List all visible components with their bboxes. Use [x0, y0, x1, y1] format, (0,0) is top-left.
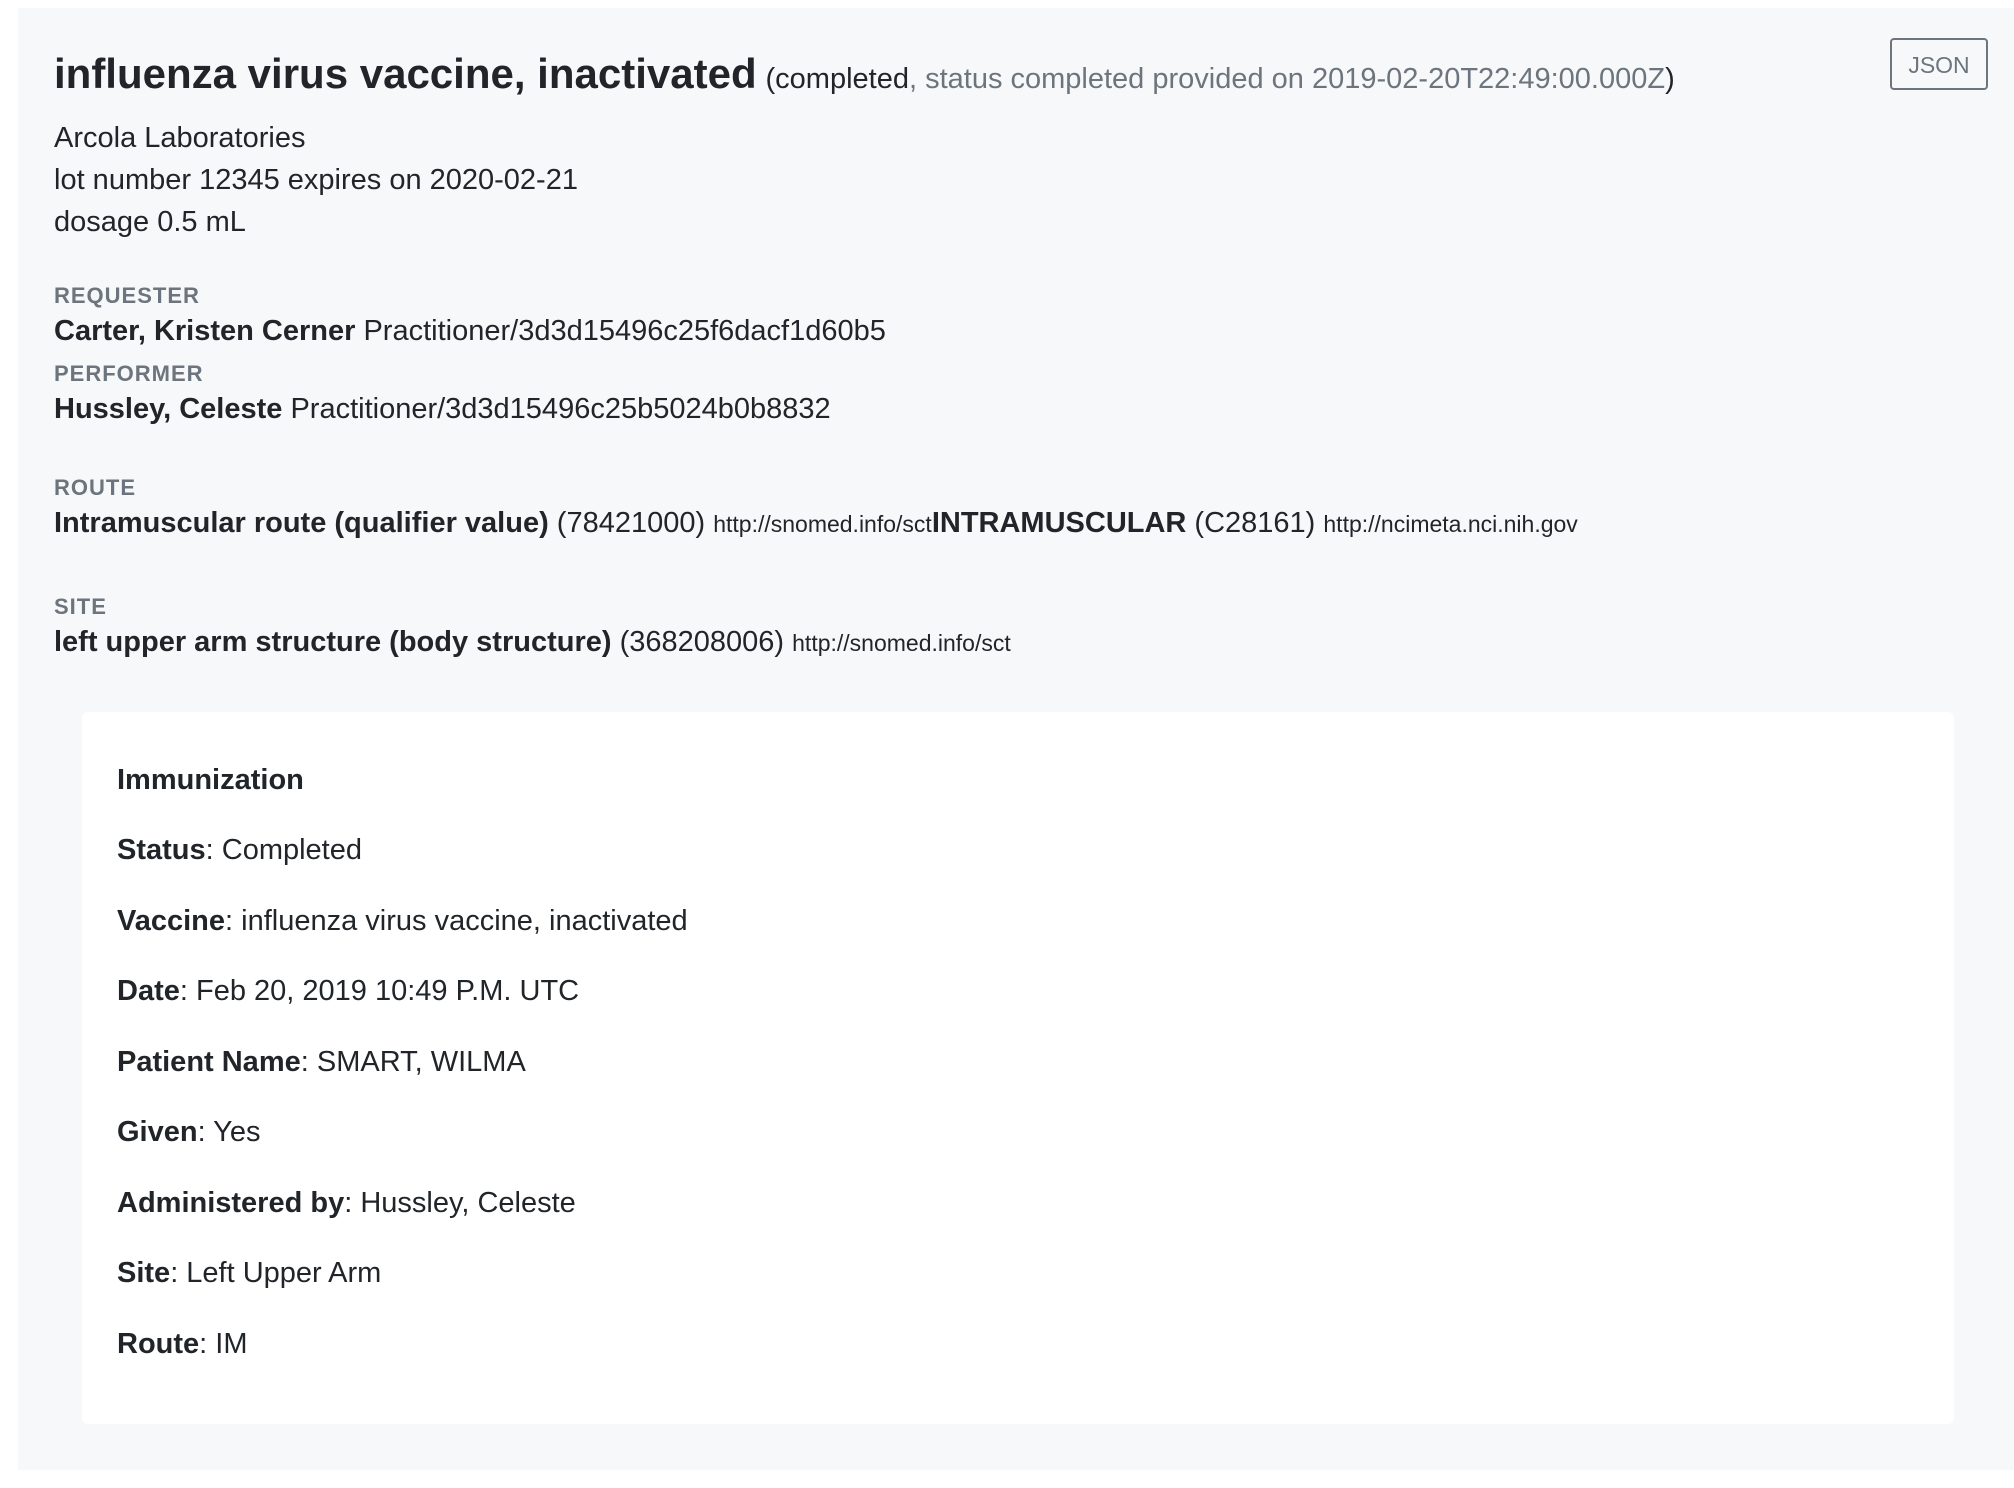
status-detail: , status completed provided on 2019-02-2…	[908, 63, 1666, 95]
narrative-row-vaccine: Vaccine: influenza virus vaccine, inacti…	[117, 901, 1919, 941]
manufacturer: Arcola Laboratories	[54, 122, 306, 154]
requester-value: Carter, Kristen Cerner Practitioner/3d3d…	[54, 311, 1978, 351]
row-value: : Hussley, Celeste	[344, 1186, 576, 1219]
narrative-row-administered-by: Administered by: Hussley, Celeste	[117, 1183, 1919, 1223]
site-display: left upper arm structure (body structure…	[54, 626, 612, 658]
row-key: Patient Name	[117, 1045, 301, 1078]
row-key: Route	[117, 1327, 200, 1360]
vaccine-meta: Arcola Laboratories lot number 12345 exp…	[54, 117, 1978, 243]
performer-label: PERFORMER	[54, 361, 204, 386]
route-codings: Intramuscular route (qualifier value) (7…	[54, 503, 1978, 544]
narrative-row-status: Status: Completed	[117, 830, 1919, 870]
row-key: Given	[117, 1116, 198, 1148]
performer-reference: Practitioner/3d3d15496c25b5024b0b8832	[290, 393, 831, 425]
performer-name: Hussley, Celeste	[54, 393, 283, 425]
lot-number: lot number 12345 expires on 2020-02-21	[54, 164, 578, 196]
row-key: Date	[117, 975, 180, 1007]
requester-name: Carter, Kristen Cerner	[54, 315, 356, 347]
site-section: SITE left upper arm structure (body stru…	[54, 592, 1978, 663]
narrative-heading: Immunization	[117, 764, 304, 796]
resource-header: influenza virus vaccine, inactivated (co…	[54, 46, 1978, 107]
row-value: : Yes	[197, 1116, 261, 1148]
row-value: : Left Upper Arm	[170, 1257, 382, 1289]
narrative-row-site: Site: Left Upper Arm	[117, 1253, 1919, 1293]
row-value: : Completed	[205, 834, 362, 866]
status-summary: (completed, status completed provided on…	[766, 63, 1675, 95]
site-code: (368208006)	[619, 626, 785, 658]
status-close: )	[1665, 63, 1675, 95]
route-code: (78421000)	[556, 507, 706, 539]
route-label: ROUTE	[54, 475, 136, 500]
dosage: dosage 0.5 mL	[54, 206, 246, 238]
route-display: Intramuscular route (qualifier value)	[54, 507, 549, 539]
row-value: : Feb 20, 2019 10:49 P.M. UTC	[179, 975, 580, 1007]
site-label: SITE	[54, 594, 107, 619]
route-code: (C28161)	[1194, 507, 1316, 539]
narrative-row-date: Date: Feb 20, 2019 10:49 P.M. UTC	[117, 971, 1919, 1011]
row-key: Status	[117, 834, 206, 866]
row-value: : influenza virus vaccine, inactivated	[225, 904, 688, 937]
json-button[interactable]: JSON	[1890, 38, 1988, 90]
requester-label: REQUESTER	[54, 283, 200, 308]
narrative-row-given: Given: Yes	[117, 1112, 1919, 1152]
row-value: : SMART, WILMA	[300, 1045, 526, 1078]
requester-reference: Practitioner/3d3d15496c25f6dacf1d60b5	[363, 315, 886, 347]
site-system: http://snomed.info/sct	[792, 630, 1011, 656]
row-key: Administered by	[117, 1186, 345, 1219]
narrative-row-patient: Patient Name: SMART, WILMA	[117, 1042, 1919, 1082]
performer-value: Hussley, Celeste Practitioner/3d3d15496c…	[54, 389, 1978, 429]
row-value: : IM	[199, 1327, 248, 1360]
status-open: (completed	[765, 63, 909, 95]
performer-section: PERFORMER Hussley, Celeste Practitioner/…	[54, 359, 1978, 429]
route-display: INTRAMUSCULAR	[931, 507, 1187, 539]
vaccine-title: influenza virus vaccine, inactivated	[54, 50, 757, 97]
row-key: Site	[117, 1257, 171, 1289]
route-section: ROUTE Intramuscular route (qualifier val…	[54, 473, 1978, 544]
route-system: http://ncimeta.nci.nih.gov	[1323, 511, 1578, 537]
narrative-row-route: Route: IM	[117, 1324, 1919, 1364]
narrative-card: Immunization Status: Completed Vaccine: …	[82, 712, 1954, 1424]
site-coding: left upper arm structure (body structure…	[54, 622, 1978, 663]
route-system: http://snomed.info/sct	[713, 511, 932, 537]
requester-section: REQUESTER Carter, Kristen Cerner Practit…	[54, 281, 1978, 351]
row-key: Vaccine	[117, 904, 226, 937]
immunization-resource-panel: JSON influenza virus vaccine, inactivate…	[18, 8, 2014, 1470]
